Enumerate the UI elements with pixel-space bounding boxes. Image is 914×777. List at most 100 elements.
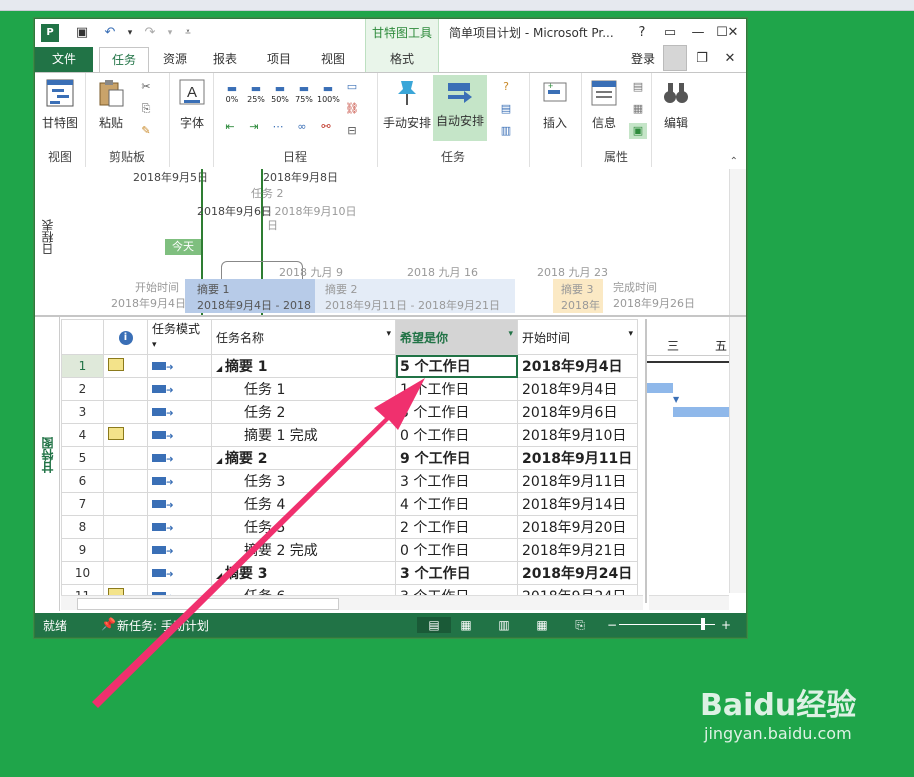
cut-icon[interactable]: ✂ — [137, 79, 155, 95]
details-icon[interactable]: ▦ — [629, 101, 647, 117]
row-number[interactable]: 3 — [61, 400, 104, 424]
split-icon[interactable]: ⋯ — [269, 119, 287, 135]
outdent-icon[interactable]: ⇤ — [221, 119, 239, 135]
row-duration[interactable]: 2 个工作日 — [395, 515, 518, 539]
link-icon[interactable]: ∞ — [293, 119, 311, 135]
row-start[interactable]: 2018年9月21日 — [517, 538, 638, 562]
row-name[interactable]: 任务 4 — [211, 492, 396, 516]
row-name[interactable]: 摘要 1 完成 — [211, 423, 396, 447]
collapse-triangle-icon[interactable]: ◢ — [216, 571, 225, 580]
row-number[interactable]: 10 — [61, 561, 104, 585]
row-duration[interactable]: 5 个工作日 — [395, 354, 518, 378]
row-number[interactable]: 8 — [61, 515, 104, 539]
table-row[interactable]: 10 ➜ ◢ 摘要 33 个工作日 2018年9月24日 — [61, 561, 638, 585]
report-shortcut-icon[interactable]: ⎘ — [569, 617, 591, 633]
row-number[interactable]: 2 — [61, 377, 104, 401]
save-icon[interactable]: ▣ — [73, 24, 91, 42]
redo-icon[interactable]: ↷ — [141, 24, 159, 42]
row-info[interactable] — [103, 515, 148, 539]
row-start[interactable]: 2018年9月6日 — [517, 400, 638, 424]
status-new-task[interactable]: 新任务: 手动计划 — [117, 617, 209, 634]
copy-icon[interactable]: ⎘ — [137, 101, 155, 117]
row-mode[interactable]: ➜ — [147, 354, 212, 378]
row-name[interactable]: ◢ 摘要 2 — [211, 446, 396, 470]
redo-dropdown-icon[interactable]: ▾ — [161, 24, 179, 42]
respect-links-icon[interactable]: ⛓ — [343, 101, 361, 117]
row-name[interactable]: ◢ 摘要 3 — [211, 561, 396, 585]
tab-file[interactable]: 文件 — [35, 47, 93, 72]
row-mode[interactable]: ➜ — [147, 469, 212, 493]
row-number[interactable]: 5 — [61, 446, 104, 470]
doc-close-button[interactable]: ✕ — [719, 49, 741, 69]
row-info[interactable] — [103, 400, 148, 424]
table-row[interactable]: 8 ➜ 任务 5 2 个工作日 2018年9月20日 — [61, 515, 638, 539]
row-info[interactable] — [103, 469, 148, 493]
column-info[interactable]: i — [103, 319, 148, 355]
row-duration[interactable]: 3 个工作日 — [395, 469, 518, 493]
timeline-scrollbar[interactable] — [729, 169, 746, 315]
tab-report[interactable]: 报表 — [203, 47, 247, 72]
team-planner-shortcut-icon[interactable]: ▥ — [493, 617, 515, 633]
table-row[interactable]: 1 ➜ ◢ 摘要 15 个工作日 2018年9月4日 — [61, 354, 638, 378]
inactivate-icon[interactable]: ⊟ — [343, 123, 361, 139]
row-start[interactable]: 2018年9月4日 — [517, 377, 638, 401]
note-icon[interactable] — [108, 357, 124, 371]
info-button[interactable]: 信息 — [585, 77, 623, 131]
gantt-task2-bar[interactable] — [673, 407, 731, 417]
row-duration[interactable]: 3 个工作日 — [395, 400, 518, 424]
font-button[interactable]: A 字体 — [175, 77, 209, 131]
tab-view[interactable]: 视图 — [311, 47, 355, 72]
table-row[interactable]: 5 ➜ ◢ 摘要 29 个工作日 2018年9月11日 — [61, 446, 638, 470]
column-task-mode[interactable]: 任务模式 ▾ — [147, 319, 212, 355]
row-start[interactable]: 2018年9月24日 — [517, 561, 638, 585]
row-duration[interactable]: 0 个工作日 — [395, 538, 518, 562]
tab-resource[interactable]: 资源 — [153, 47, 197, 72]
collapse-triangle-icon[interactable]: ◢ — [216, 364, 225, 373]
row-number[interactable]: 4 — [61, 423, 104, 447]
grid-hscrollbar[interactable] — [61, 595, 643, 610]
row-duration[interactable]: 9 个工作日 — [395, 446, 518, 470]
column-task-name[interactable]: 任务名称 ▾ — [211, 319, 396, 355]
row-info[interactable] — [103, 561, 148, 585]
zoom-in-icon[interactable]: + — [715, 617, 737, 633]
row-start[interactable]: 2018年9月10日 — [517, 423, 638, 447]
auto-schedule-button[interactable]: 自动安排 — [433, 75, 487, 141]
column-start[interactable]: 开始时间 ▾ — [517, 319, 638, 355]
column-filter-icon[interactable]: ▾ — [628, 329, 633, 339]
tab-task[interactable]: 任务 — [99, 47, 149, 73]
close-button[interactable]: ✕ — [723, 23, 743, 43]
tab-project[interactable]: 项目 — [257, 47, 301, 72]
row-name[interactable]: 任务 5 — [211, 515, 396, 539]
gantt-chart-button[interactable]: 甘特图 — [39, 77, 81, 131]
select-all-corner[interactable] — [61, 319, 104, 355]
row-info[interactable] — [103, 538, 148, 562]
row-mode[interactable]: ➜ — [147, 561, 212, 585]
row-start[interactable]: 2018年9月14日 — [517, 492, 638, 516]
table-row[interactable]: 2 ➜ 任务 1 1 个工作日 2018年9月4日 — [61, 377, 638, 401]
manual-schedule-button[interactable]: 手动安排 — [381, 77, 433, 131]
row-info[interactable] — [103, 446, 148, 470]
help-button[interactable]: ? — [631, 23, 653, 43]
undo-dropdown-icon[interactable]: ▾ — [121, 24, 139, 42]
gantt-task1-bar[interactable] — [647, 383, 673, 393]
row-duration[interactable]: 1 个工作日 — [395, 377, 518, 401]
row-name[interactable]: 任务 1 — [211, 377, 396, 401]
column-filter-icon[interactable]: ▾ — [152, 340, 157, 350]
undo-icon[interactable]: ↶ — [101, 24, 119, 42]
collapse-triangle-icon[interactable]: ◢ — [216, 456, 225, 465]
row-mode[interactable]: ➜ — [147, 515, 212, 539]
ribbon-display-icon[interactable]: ▭ — [659, 23, 681, 43]
edit-button[interactable]: 编辑 — [657, 77, 695, 131]
column-filter-icon[interactable]: ▾ — [386, 329, 391, 339]
gantt-hscrollbar[interactable] — [649, 595, 729, 610]
gantt-summary-bar[interactable] — [647, 361, 731, 363]
avatar[interactable] — [663, 45, 687, 71]
row-mode[interactable]: ➜ — [147, 492, 212, 516]
row-info[interactable] — [103, 354, 148, 378]
collapse-ribbon-icon[interactable]: ⌃ — [730, 156, 738, 167]
paste-button[interactable]: 粘贴 — [91, 77, 131, 131]
minimize-button[interactable]: — — [687, 23, 709, 43]
row-name[interactable]: 任务 3 — [211, 469, 396, 493]
mark-on-track-icon[interactable]: ▭ — [343, 79, 361, 95]
table-row[interactable]: 4 ➜ 摘要 1 完成 0 个工作日 2018年9月10日 — [61, 423, 638, 447]
